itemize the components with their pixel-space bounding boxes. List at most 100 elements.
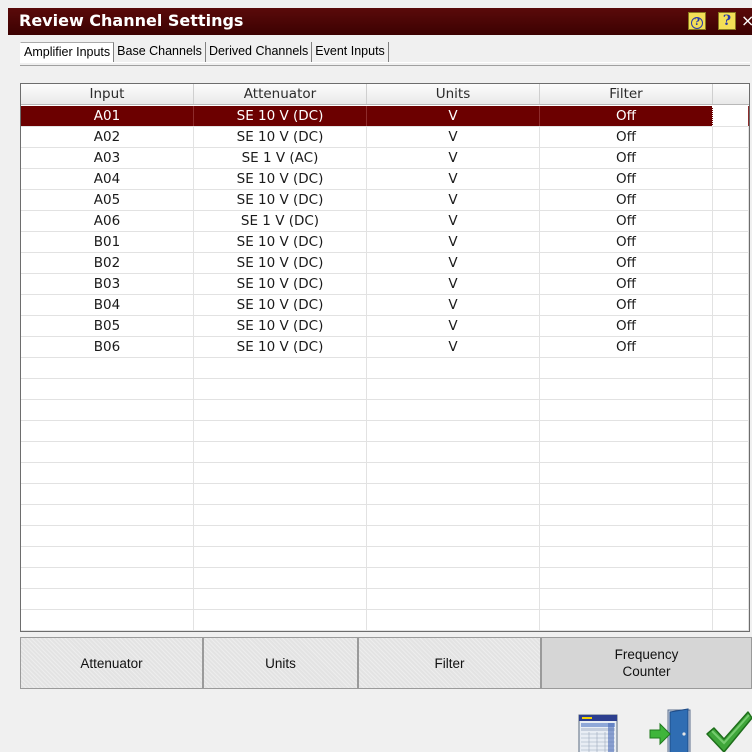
column-header-units[interactable]: Units [367,84,540,104]
attenuator-button[interactable]: Attenuator [20,637,203,689]
cell-filter [540,547,713,567]
cell-units[interactable]: V [367,148,540,168]
cell-attenuator[interactable]: SE 10 V (DC) [194,169,367,189]
cell-units [367,547,540,567]
tab-amplifier-inputs[interactable]: Amplifier Inputs [20,42,115,62]
cell-attenuator [194,400,367,420]
table-row[interactable]: B04 SE 10 V (DC) V Off [21,295,749,316]
column-header-input[interactable]: Input [21,84,194,104]
cell-filter[interactable]: Off [540,295,713,315]
cell-filter[interactable]: Off [540,148,713,168]
table-row[interactable]: A02 SE 10 V (DC) V Off [21,127,749,148]
cell-attenuator[interactable]: SE 10 V (DC) [194,190,367,210]
cell-input[interactable]: B06 [21,337,194,357]
frequency-counter-label-line1: Frequency [614,647,679,662]
cell-attenuator[interactable]: SE 10 V (DC) [194,127,367,147]
table-row[interactable]: A04 SE 10 V (DC) V Off [21,169,749,190]
cell-spacer [713,358,749,378]
cell-input[interactable]: A04 [21,169,194,189]
cell-filter[interactable]: Off [540,127,713,147]
ok-checkmark-icon[interactable] [704,708,752,752]
table-row[interactable]: B05 SE 10 V (DC) V Off [21,316,749,337]
empty-table-row [21,379,749,400]
cell-filter[interactable]: Off [540,253,713,273]
cell-input[interactable]: B02 [21,253,194,273]
filter-button[interactable]: Filter [358,637,541,689]
column-header-filter[interactable]: Filter [540,84,713,104]
empty-table-row [21,484,749,505]
cell-spacer [713,253,749,273]
cell-input[interactable]: B03 [21,274,194,294]
table-row[interactable]: A03 SE 1 V (AC) V Off [21,148,749,169]
cell-filter[interactable]: Off [540,337,713,357]
cell-input [21,547,194,567]
cell-units[interactable]: V [367,274,540,294]
cell-attenuator[interactable]: SE 10 V (DC) [194,253,367,273]
frequency-counter-label-line2: Counter [622,664,671,679]
frequency-counter-button[interactable]: Frequency Counter [541,637,752,689]
table-row[interactable]: B02 SE 10 V (DC) V Off [21,253,749,274]
table-row[interactable]: B06 SE 10 V (DC) V Off [21,337,749,358]
cell-attenuator [194,610,367,630]
cell-filter[interactable]: Off [540,106,713,126]
close-button[interactable]: × [741,12,752,30]
cell-input[interactable]: A03 [21,148,194,168]
cell-input [21,379,194,399]
cell-filter[interactable]: Off [540,316,713,336]
cell-attenuator[interactable]: SE 10 V (DC) [194,316,367,336]
empty-table-row [21,442,749,463]
table-row[interactable]: B03 SE 10 V (DC) V Off [21,274,749,295]
cell-attenuator [194,379,367,399]
spreadsheet-icon[interactable] [578,714,618,752]
table-row[interactable]: A06 SE 1 V (DC) V Off [21,211,749,232]
cell-filter[interactable]: Off [540,274,713,294]
cell-attenuator[interactable]: SE 10 V (DC) [194,337,367,357]
table-row[interactable]: B01 SE 10 V (DC) V Off [21,232,749,253]
cell-input[interactable]: A06 [21,211,194,231]
hint-button[interactable]: ? [688,12,706,30]
cell-input[interactable]: B05 [21,316,194,336]
cell-input[interactable]: A02 [21,127,194,147]
cell-input[interactable]: B04 [21,295,194,315]
empty-table-row [21,589,749,610]
cell-units[interactable]: V [367,295,540,315]
cell-units[interactable]: V [367,232,540,252]
cell-attenuator [194,463,367,483]
cell-filter[interactable]: Off [540,169,713,189]
cell-attenuator[interactable]: SE 10 V (DC) [194,106,367,126]
cell-units[interactable]: V [367,211,540,231]
cell-spacer [713,148,749,168]
cell-attenuator[interactable]: SE 10 V (DC) [194,232,367,252]
cell-units [367,421,540,441]
cell-units[interactable]: V [367,169,540,189]
tab-base-channels[interactable]: Base Channels [114,42,206,62]
cell-filter[interactable]: Off [540,232,713,252]
cell-input[interactable]: A01 [21,106,194,126]
exit-door-icon[interactable] [648,708,696,752]
empty-table-row [21,505,749,526]
cell-attenuator[interactable]: SE 10 V (DC) [194,274,367,294]
cell-attenuator[interactable]: SE 1 V (DC) [194,211,367,231]
column-header-attenuator[interactable]: Attenuator [194,84,367,104]
help-button[interactable]: ? [718,12,736,30]
cell-units[interactable]: V [367,106,540,126]
tab-event-inputs[interactable]: Event Inputs [312,42,389,62]
tab-derived-channels[interactable]: Derived Channels [206,42,313,62]
cell-spacer [713,442,749,462]
channel-settings-grid[interactable]: Input Attenuator Units Filter A01 SE 10 V… [20,83,750,632]
cell-spacer [713,274,749,294]
cell-units[interactable]: V [367,253,540,273]
cell-units[interactable]: V [367,190,540,210]
units-button[interactable]: Units [203,637,358,689]
cell-input[interactable]: B01 [21,232,194,252]
cell-filter[interactable]: Off [540,211,713,231]
cell-filter[interactable]: Off [540,190,713,210]
table-row[interactable]: A01 SE 10 V (DC) V Off [21,106,749,127]
table-row[interactable]: A05 SE 10 V (DC) V Off [21,190,749,211]
cell-attenuator[interactable]: SE 1 V (AC) [194,148,367,168]
cell-units[interactable]: V [367,316,540,336]
cell-input[interactable]: A05 [21,190,194,210]
cell-units[interactable]: V [367,127,540,147]
cell-units[interactable]: V [367,337,540,357]
cell-attenuator[interactable]: SE 10 V (DC) [194,295,367,315]
